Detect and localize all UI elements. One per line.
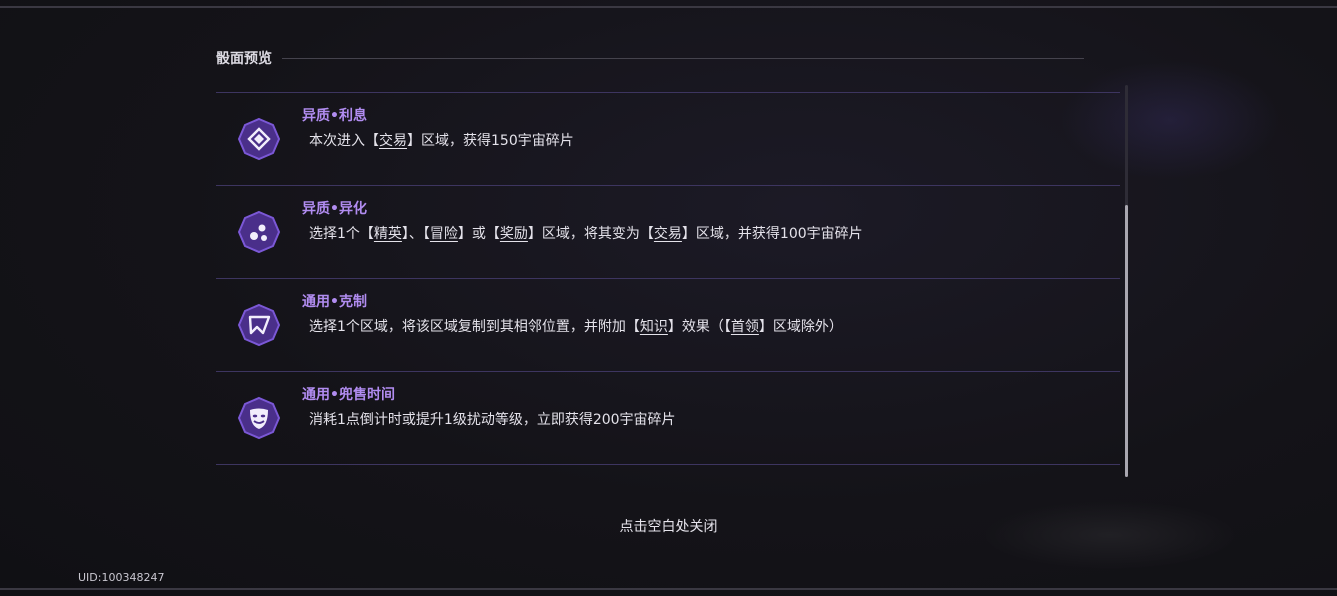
keyword-term: 交易: [653, 226, 682, 242]
item-description: 选择1个【精英】、【冒险】或【奖励】区域，将其变为【交易】区域，并获得100宇宙…: [309, 223, 863, 243]
panel-title: 骰面预览: [216, 51, 272, 67]
scrollbar-thumb[interactable]: [1125, 205, 1128, 477]
dice-face-item[interactable]: 异质•异化 选择1个【精英】、【冒险】或【奖励】区域，将其变为【交易】区域，并获…: [216, 185, 1120, 278]
panel-header: 骰面预览: [216, 46, 1084, 70]
mutation-dots-icon: [237, 210, 281, 254]
description-text: 】区域除外）: [758, 319, 843, 335]
header-divider: [282, 57, 1084, 59]
mask-face-icon: [237, 396, 281, 440]
keyword-term: 奖励: [499, 226, 528, 242]
close-hint[interactable]: 点击空白处关闭: [0, 516, 1337, 536]
description-text: 选择1个区域，将该区域复制到其相邻位置，并附加【: [309, 319, 640, 335]
item-title: 通用•克制: [302, 294, 367, 310]
counter-rune-icon: [237, 303, 281, 347]
item-title: 异质•利息: [302, 108, 367, 124]
description-text: 】区域，获得150宇宙碎片: [407, 133, 574, 149]
description-text: 选择1个【: [309, 226, 374, 242]
dice-face-list[interactable]: 异质•利息 本次进入【交易】区域，获得150宇宙碎片 异质•异化 选择1个【精英…: [216, 92, 1120, 465]
description-text: 】区域，并获得100宇宙碎片: [681, 226, 863, 242]
keyword-term: 首领: [730, 319, 759, 335]
description-text: 】效果（【: [667, 319, 731, 335]
keyword-term: 知识: [639, 319, 668, 335]
bottom-frame-line: [0, 588, 1337, 590]
description-text: 消耗1点倒计时或提升1级扰动等级，立即获得200宇宙碎片: [309, 412, 676, 428]
description-text: 本次进入【: [309, 133, 379, 149]
top-frame-line: [0, 6, 1337, 8]
diamond-rune-icon: [237, 117, 281, 161]
dice-face-item[interactable]: 通用•克制 选择1个区域，将该区域复制到其相邻位置，并附加【知识】效果（【首领】…: [216, 278, 1120, 371]
item-description: 选择1个区域，将该区域复制到其相邻位置，并附加【知识】效果（【首领】区域除外）: [309, 316, 843, 336]
keyword-term: 冒险: [429, 226, 458, 242]
uid-label: UID:100348247: [78, 571, 165, 584]
dice-face-item[interactable]: 通用•兜售时间 消耗1点倒计时或提升1级扰动等级，立即获得200宇宙碎片: [216, 371, 1120, 465]
item-description: 本次进入【交易】区域，获得150宇宙碎片: [309, 130, 574, 150]
item-description: 消耗1点倒计时或提升1级扰动等级，立即获得200宇宙碎片: [309, 409, 676, 429]
item-title: 通用•兜售时间: [302, 387, 395, 403]
keyword-term: 交易: [379, 133, 407, 149]
dice-face-item[interactable]: 异质•利息 本次进入【交易】区域，获得150宇宙碎片: [216, 92, 1120, 185]
description-text: 】区域，将其变为【: [527, 226, 654, 242]
description-text: 】、【: [401, 226, 430, 242]
description-text: 】或【: [457, 226, 500, 242]
keyword-term: 精英: [373, 226, 402, 242]
item-title: 异质•异化: [302, 201, 367, 217]
